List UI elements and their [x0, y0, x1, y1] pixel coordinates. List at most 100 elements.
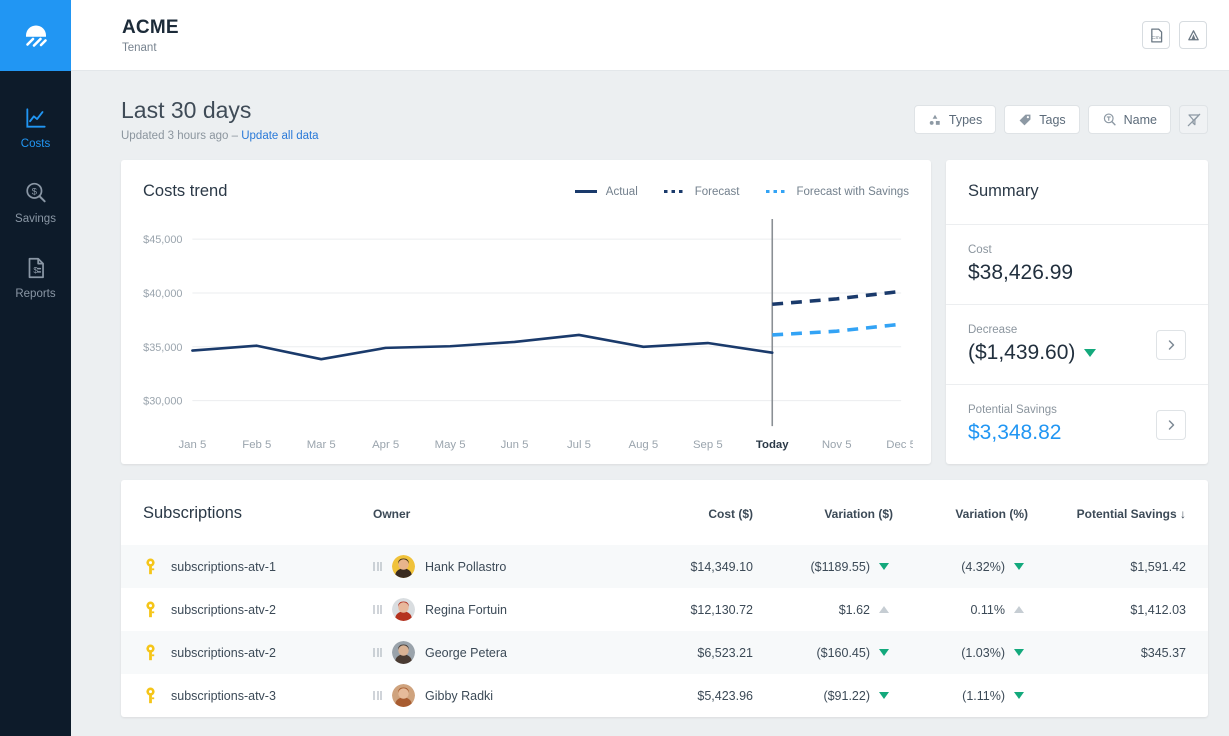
filter-types-button[interactable]: Types [913, 105, 997, 134]
sort-arrow-icon: ↓ [1180, 506, 1186, 521]
clear-filters-button[interactable] [1179, 105, 1208, 134]
owner-name: Gibby Radki [425, 688, 494, 703]
line-chart-icon [25, 108, 46, 128]
trend-up-icon [1014, 606, 1024, 613]
table-row[interactable]: subscriptions-atv-1 Hank Pollastro $14,349… [121, 545, 1208, 588]
svg-text:Mar 5: Mar 5 [307, 439, 336, 451]
column-header-owner[interactable]: Owner [373, 480, 618, 545]
summary-savings-block: Potential Savings $3,348.82 [968, 404, 1061, 445]
cell-cost: $6,523.21 [697, 645, 753, 660]
legend-label: Forecast with Savings [796, 185, 910, 198]
tenant-name: ACME [122, 16, 179, 38]
content-area: Last 30 days Updated 3 hours ago – Updat… [71, 71, 1229, 736]
table-row[interactable]: subscriptions-atv-2 Regina Fortuin $12,130… [121, 588, 1208, 631]
summary-row-potential-savings: Potential Savings $3,348.82 [946, 385, 1208, 464]
column-header-cost[interactable]: Cost ($) [618, 480, 753, 545]
drag-handle-icon[interactable] [373, 605, 382, 614]
document-dollar-icon: $ [28, 257, 44, 279]
page-title: Last 30 days [121, 97, 252, 123]
value-text: (1.11%) [962, 688, 1005, 703]
cell-subscription: subscriptions-atv-2 [121, 588, 373, 631]
value-text: ($1189.55) [810, 559, 870, 574]
svg-text:$: $ [31, 187, 37, 197]
value-text: (4.32%) [961, 559, 1005, 574]
drag-handle-icon[interactable] [373, 562, 382, 571]
avatar [392, 598, 415, 621]
summary-header: Summary [946, 160, 1208, 225]
shapes-icon [929, 114, 940, 125]
svg-text:$30,000: $30,000 [143, 396, 182, 408]
sidebar-item-savings[interactable]: $ Savings [0, 166, 71, 241]
summary-savings-details-button[interactable] [1156, 409, 1186, 440]
trend-down-icon [1084, 349, 1097, 357]
chart-header: Costs trend Actual Forecast Forecast wit… [121, 160, 931, 201]
subscription-name: subscriptions-atv-3 [171, 688, 276, 703]
svg-text:$45,000: $45,000 [143, 234, 182, 246]
owner-name: Hank Pollastro [425, 559, 507, 574]
export-csv-button[interactable]: CSV [1142, 21, 1170, 49]
legend-swatch-actual [574, 190, 597, 193]
drag-handle-icon[interactable] [373, 691, 382, 700]
value-text: 0.11% [970, 602, 1005, 617]
column-header-variation-dollar[interactable]: Variation ($) [753, 480, 893, 545]
summary-value-text: $3,348.82 [968, 421, 1062, 444]
sidebar-item-label: Reports [15, 288, 56, 300]
sidebar-item-reports[interactable]: $ Reports [0, 241, 71, 316]
drag-handle-icon[interactable] [373, 648, 382, 657]
legend-item-forecast-savings[interactable]: Forecast with Savings [765, 185, 910, 198]
column-header-potential-savings[interactable]: Potential Savings ↓ [1028, 480, 1208, 545]
subscription-name: subscriptions-atv-2 [171, 602, 276, 617]
cell-variation-dollar: ($91.22) [753, 674, 893, 717]
app-root: Costs $ Savings $ Reports ACME Tenant CS… [0, 0, 1229, 736]
export-pdf-button[interactable] [1179, 21, 1207, 49]
summary-value-text: $38,426.99 [968, 261, 1074, 284]
app-logo[interactable] [0, 0, 71, 71]
costs-trend-chart[interactable]: $30,000 $35,000 $40,000 $45,000 Jan 5 Feb 5 Ma… [131, 215, 913, 464]
svg-text:Feb 5: Feb 5 [242, 439, 271, 451]
legend-item-forecast[interactable]: Forecast [663, 186, 740, 198]
legend-item-actual[interactable]: Actual [574, 186, 638, 198]
summary-row-decrease: Decrease ($1,439.60) [946, 305, 1208, 385]
svg-text:Nov 5: Nov 5 [822, 439, 852, 451]
tag-icon [1019, 114, 1031, 125]
subscriptions-table: Subscriptions Owner Cost ($) Variation (… [121, 480, 1208, 717]
key-icon [146, 687, 155, 704]
cell-owner: Regina Fortuin [373, 588, 618, 631]
table-row[interactable]: subscriptions-atv-2 George Petera $6,523.2… [121, 631, 1208, 674]
filter-tags-button[interactable]: Tags [1004, 105, 1080, 134]
dollar-magnifier-icon: $ [25, 182, 46, 203]
key-icon [146, 644, 155, 661]
svg-text:Today: Today [756, 439, 789, 451]
table-header-row: Subscriptions Owner Cost ($) Variation (… [121, 480, 1208, 545]
filter-name-button[interactable]: Name [1087, 105, 1171, 134]
summary-decrease-details-button[interactable] [1156, 329, 1186, 360]
filter-label: Tags [1039, 112, 1066, 127]
cell-subscription: subscriptions-atv-3 [121, 674, 373, 717]
column-header-variation-percent[interactable]: Variation (%) [893, 480, 1028, 545]
update-all-data-link[interactable]: Update all data [241, 130, 318, 142]
magnifier-icon [1103, 113, 1116, 126]
table-row[interactable]: subscriptions-atv-3 Gibby Radki $5,423.96 (… [121, 674, 1208, 717]
cell-cost: $12,130.72 [690, 602, 753, 617]
chevron-right-icon [1168, 419, 1174, 430]
subscriptions-table-card: Subscriptions Owner Cost ($) Variation (… [121, 480, 1208, 717]
summary-value: $3,348.82 [968, 421, 1061, 445]
main-area: ACME Tenant CSV Last 30 days Updated 3 h… [71, 0, 1229, 736]
costs-trend-card: Costs trend Actual Forecast Forecast wit… [121, 160, 931, 464]
cell-owner: George Petera [373, 631, 618, 674]
summary-value: $38,426.99 [968, 261, 1073, 285]
sidebar-item-label: Costs [20, 138, 51, 150]
svg-text:May 5: May 5 [435, 439, 466, 451]
legend-swatch-forecast [663, 190, 686, 193]
cell-variation-percent: (1.03%) [893, 631, 1028, 674]
table-head: Subscriptions Owner Cost ($) Variation (… [121, 480, 1208, 545]
cell-potential-savings: $1,591.42 [1130, 559, 1186, 574]
sidebar-item-costs[interactable]: Costs [0, 91, 71, 166]
tenant-subtitle: Tenant [122, 41, 157, 54]
cell-variation-dollar: ($160.45) [753, 631, 893, 674]
summary-title: Summary [968, 182, 1039, 200]
summary-card: Summary Cost $38,426.99 Decrease ($1,439… [946, 160, 1208, 464]
column-header-label: Potential Savings [1076, 506, 1177, 521]
summary-row-cost: Cost $38,426.99 [946, 225, 1208, 305]
page-subtitle: Updated 3 hours ago – Update all data [121, 130, 319, 142]
